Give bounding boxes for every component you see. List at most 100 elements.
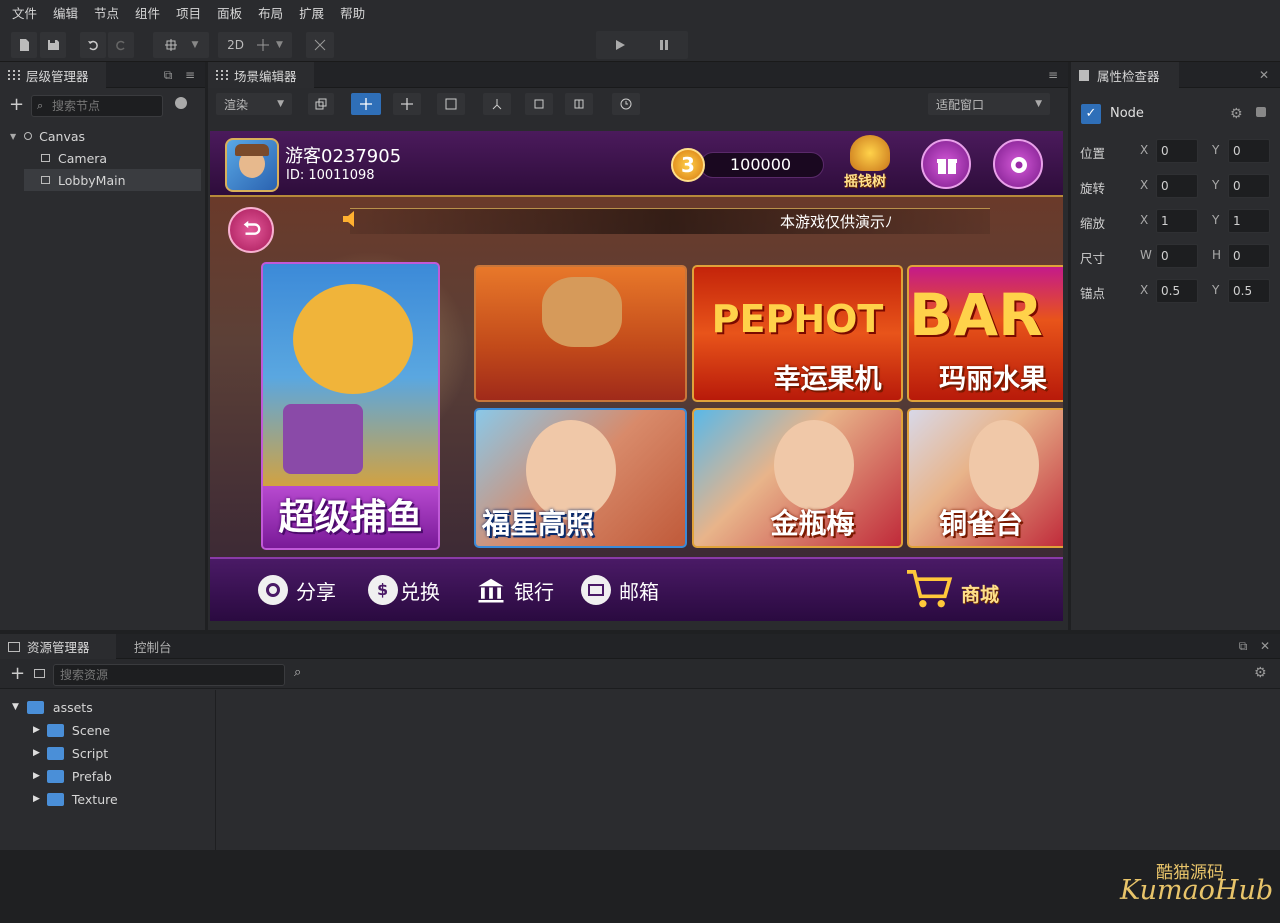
shop-label[interactable]: 商城 [961, 580, 999, 607]
tile-cowboy[interactable] [474, 265, 687, 402]
tool-rect-button[interactable] [483, 93, 511, 115]
play-icon[interactable] [613, 38, 627, 52]
shop-button[interactable] [904, 567, 956, 611]
expand-arrow-icon[interactable]: ▼ [12, 702, 19, 712]
prop-input-a[interactable]: 0 [1156, 174, 1198, 198]
prop-input-a[interactable]: 0.5 [1156, 279, 1198, 303]
redo-button[interactable] [108, 32, 134, 58]
tab-console[interactable]: 控制台 [122, 634, 186, 659]
gizmo-pivot-select[interactable]: ▼ [153, 32, 209, 58]
tool-transform-button[interactable] [525, 93, 553, 115]
prop-input-a[interactable]: 0 [1156, 139, 1198, 163]
menu-component[interactable]: 组件 [127, 0, 168, 28]
menu-panel[interactable]: 面板 [209, 0, 250, 28]
prop-input-b[interactable]: 0 [1228, 139, 1270, 163]
menu-layout[interactable]: 布局 [250, 0, 291, 28]
prop-input-b[interactable]: 0 [1228, 174, 1270, 198]
bank-label: 银行 [514, 579, 554, 604]
locate-icon[interactable] [175, 97, 187, 109]
tool-hand-button[interactable] [308, 93, 334, 115]
tool-rotate-button[interactable] [393, 93, 421, 115]
search-icon[interactable]: ⌕ [294, 665, 301, 680]
tab-hierarchy[interactable]: 层级管理器 [0, 62, 106, 88]
menu-file[interactable]: 文件 [4, 0, 45, 28]
fit-window-select[interactable]: 适配窗口 ▼ [928, 93, 1050, 115]
split-divider[interactable] [215, 690, 216, 850]
render-select[interactable]: 渲染 ▼ [216, 93, 292, 115]
close-icon[interactable]: ✕ [1257, 68, 1271, 82]
folder-view-icon[interactable] [34, 669, 45, 678]
align-icon [574, 99, 584, 109]
menu-project[interactable]: 项目 [168, 0, 209, 28]
tool-history-button[interactable] [612, 93, 640, 115]
game-viewport[interactable]: 游客0237905 ID: 10011098 3 100000 摇钱树 本游戏仅… [210, 131, 1063, 621]
prop-input-a[interactable]: 0 [1156, 244, 1198, 268]
menu-icon[interactable]: ≡ [183, 68, 197, 82]
tree-folder-script[interactable]: ▶ Script [33, 742, 213, 764]
tree-node-camera[interactable]: Camera [0, 147, 205, 169]
share-button[interactable]: 分享 [258, 560, 336, 620]
tree-folder-texture[interactable]: ▶ Texture [33, 788, 213, 810]
tree-folder-prefab[interactable]: ▶ Prefab [33, 765, 213, 787]
prop-input-b[interactable]: 0 [1228, 244, 1270, 268]
menu-extension[interactable]: 扩展 [291, 0, 332, 28]
tab-assets[interactable]: 资源管理器 [0, 634, 116, 659]
search-node-input[interactable]: ⌕ 搜索节点 [31, 95, 163, 117]
mode-2d-select[interactable]: 2D ▼ [218, 32, 292, 58]
tile-art-pephot: PEPHOT [711, 297, 884, 341]
node-active-checkbox[interactable]: ✓ [1081, 104, 1101, 124]
settings-gear-icon[interactable]: ⚙ [1254, 665, 1267, 681]
tab-scene-editor[interactable]: 场景编辑器 [208, 62, 314, 88]
tool-align-button[interactable] [565, 93, 593, 115]
save-button[interactable] [40, 32, 66, 58]
tab-inspector[interactable]: 属性检查器 [1071, 62, 1179, 88]
money-tree-label[interactable]: 摇钱树 [844, 171, 886, 191]
tile-tongquetai[interactable]: 铜雀台 [907, 408, 1063, 548]
tree-folder-assets[interactable]: ▼ assets [12, 696, 212, 718]
prop-label: 位置 [1080, 146, 1106, 161]
gift-button[interactable] [921, 139, 971, 189]
tool-scale-button[interactable] [437, 93, 465, 115]
exchange-button[interactable]: $ 兑换 [368, 560, 440, 620]
tree-folder-scene[interactable]: ▶ Scene [33, 719, 213, 741]
menu-help[interactable]: 帮助 [332, 0, 373, 28]
menu-icon[interactable]: ≡ [1046, 68, 1060, 82]
fullscreen-button[interactable] [306, 32, 334, 58]
assets-icon [8, 641, 20, 652]
close-icon[interactable]: ✕ [1258, 639, 1272, 653]
add-node-button[interactable]: + [9, 95, 24, 115]
tile-mary-fruit[interactable]: BAR 玛丽水果 [907, 265, 1063, 402]
new-file-button[interactable] [11, 32, 37, 58]
tree-node-canvas[interactable]: ▼ Canvas [0, 125, 205, 147]
money-tree-icon[interactable] [850, 135, 890, 171]
expand-arrow-icon[interactable]: ▶ [33, 748, 40, 758]
expand-arrow-icon[interactable]: ▶ [33, 771, 40, 781]
tile-jinpingmei[interactable]: 金瓶梅 [692, 408, 903, 548]
mailbox-button[interactable]: 邮箱 [581, 560, 659, 620]
tool-move-button[interactable] [351, 93, 381, 115]
tile-lucky-fruit[interactable]: PEPHOT 幸运果机 [692, 265, 903, 402]
back-button[interactable] [228, 207, 274, 253]
menu-node[interactable]: 节点 [86, 0, 127, 28]
pause-icon[interactable] [657, 38, 671, 52]
settings-gear-icon[interactable]: ⚙ [1230, 106, 1243, 122]
add-asset-button[interactable]: + [10, 663, 25, 684]
settings-button[interactable] [993, 139, 1043, 189]
lock-icon[interactable] [1256, 107, 1266, 117]
undo-button[interactable] [80, 32, 106, 58]
popout-icon[interactable]: ⧉ [1236, 639, 1250, 653]
prop-input-b[interactable]: 1 [1228, 209, 1270, 233]
popout-icon[interactable]: ⧉ [161, 68, 175, 82]
expand-arrow-icon[interactable]: ▼ [10, 132, 16, 141]
expand-arrow-icon[interactable]: ▶ [33, 725, 40, 735]
tree-node-lobbymain[interactable]: LobbyMain [24, 169, 201, 191]
search-asset-input[interactable]: 搜索资源 [53, 664, 285, 686]
menu-edit[interactable]: 编辑 [45, 0, 86, 28]
tile-super-fishing[interactable]: 超级捕鱼 [261, 262, 440, 550]
expand-arrow-icon[interactable]: ▶ [33, 794, 40, 804]
avatar[interactable] [225, 138, 279, 192]
bank-button[interactable]: 银行 [476, 560, 554, 620]
tile-lucky-star[interactable]: 福星高照 [474, 408, 687, 548]
prop-input-a[interactable]: 1 [1156, 209, 1198, 233]
prop-input-b[interactable]: 0.5 [1228, 279, 1270, 303]
